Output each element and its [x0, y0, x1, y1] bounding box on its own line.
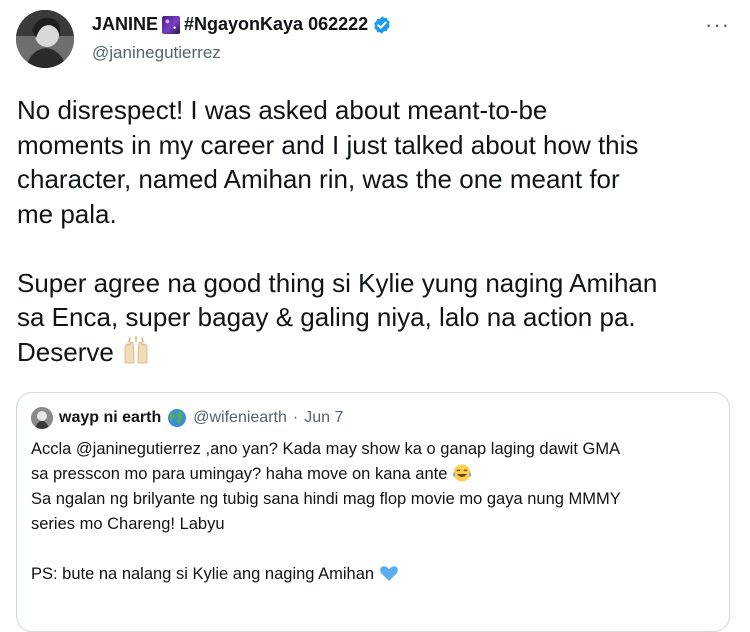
quoted-tweet[interactable]: wayp ni earth @wifeniearth · Jun 7 Accla…: [16, 392, 730, 632]
author-handle[interactable]: @janinegutierrez: [92, 43, 221, 63]
author-display-name[interactable]: JANINE: [92, 14, 158, 35]
quoted-text-line: sa presscon mo para umingay? haha move o…: [31, 465, 448, 483]
tweet-card: JANINE #NgayonKaya 062222 @janinegutierr…: [0, 0, 750, 632]
tweet-text-line: sa Enca, super bagay & galing niya, lalo…: [17, 302, 636, 332]
separator-dot: ·: [292, 409, 299, 426]
tweet-text-line: me pala.: [17, 198, 117, 229]
globe-emoji-icon: [167, 408, 187, 428]
tweet-text-line: Super agree na good thing si Kylie yung …: [17, 267, 658, 298]
quoted-author-avatar[interactable]: [31, 407, 53, 429]
raising-hands-emoji-icon: [121, 335, 151, 365]
quoted-author-display-name[interactable]: wayp ni earth: [59, 409, 161, 427]
quoted-text-line: PS: bute na nalang si Kylie ang naging A…: [31, 565, 375, 583]
tweet-text-line-last: Deserve: [17, 335, 737, 370]
author-name-row[interactable]: JANINE #NgayonKaya 062222: [92, 14, 392, 35]
quoted-tweet-text: Accla @janinegutierrez ,ano yan? Kada ma…: [31, 437, 721, 587]
galaxy-emoji-icon: [162, 15, 181, 34]
verified-badge-icon: [372, 15, 392, 35]
quoted-tweet-header[interactable]: wayp ni earth @wifeniearth · Jun 7: [31, 407, 343, 429]
quoted-author-handle[interactable]: @wifeniearth: [193, 409, 287, 427]
more-options-icon[interactable]: ···: [705, 14, 730, 36]
author-name-tag[interactable]: #NgayonKaya 062222: [184, 14, 368, 35]
blue-heart-emoji-icon: [379, 563, 399, 583]
quoted-text-line-emoji: sa presscon mo para umingay? haha move o…: [31, 462, 721, 487]
quoted-tweet-date[interactable]: Jun 7: [304, 409, 343, 427]
quoted-text-line: series mo Chareng! Labyu: [31, 515, 225, 533]
tweet-text-line: No disrespect! I was asked about meant-t…: [17, 95, 548, 125]
tweet-text-line: character, named Amihan rin, was the one…: [17, 164, 620, 194]
author-avatar[interactable]: [16, 10, 74, 68]
tweet-text: No disrespect! I was asked about meant-t…: [17, 93, 737, 369]
tweet-text-line: moments in my career and I just talked a…: [17, 129, 639, 160]
deserve-text: Deserve: [17, 336, 114, 367]
quoted-text-line: Sa ngalan ng brilyante ng tubig sana hin…: [31, 490, 621, 508]
quoted-text-line: Accla @janinegutierrez ,ano yan? Kada ma…: [31, 440, 621, 458]
quoted-text-line-emoji: PS: bute na nalang si Kylie ang naging A…: [31, 562, 721, 587]
tears-of-joy-emoji-icon: [452, 463, 472, 483]
